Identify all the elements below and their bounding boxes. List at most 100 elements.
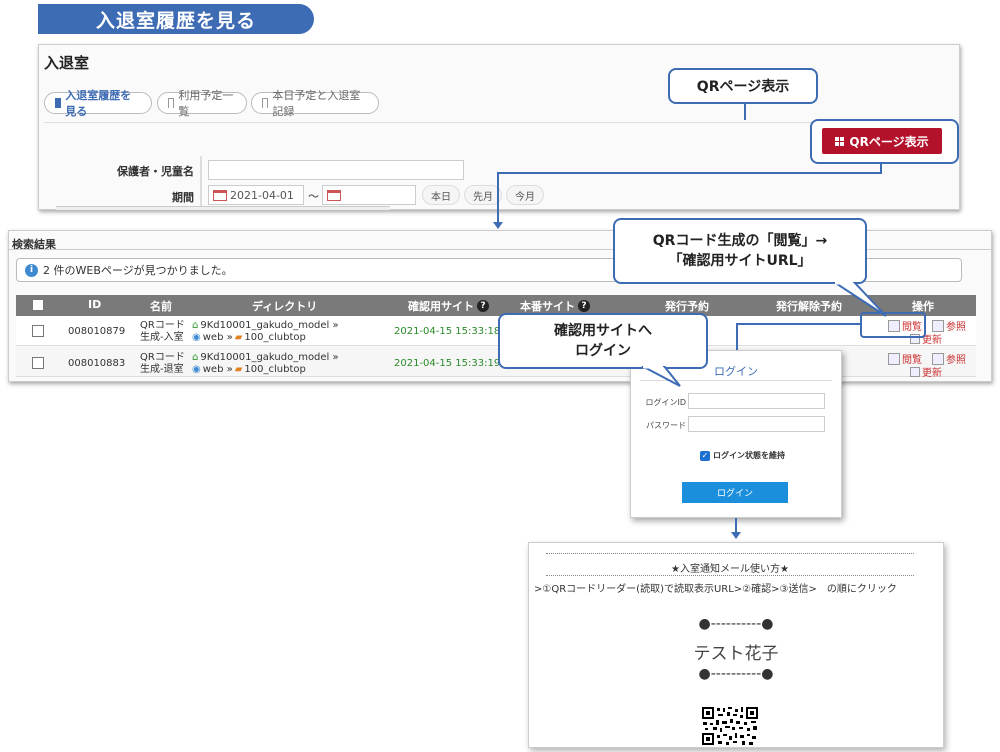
- guardian-name-label: 保護者・児童名: [117, 165, 194, 178]
- col-directory: ディレクトリ: [252, 300, 318, 313]
- arrow-down-icon: [493, 222, 503, 229]
- tab-today-schedule-label: 本日予定と入退室記録: [272, 89, 361, 118]
- qr-code-icon: [701, 706, 759, 746]
- folder-icon: ▰: [234, 332, 243, 343]
- update-label: 更新: [922, 368, 942, 379]
- row-checkbox[interactable]: [32, 325, 44, 337]
- period-label: 期間: [172, 191, 194, 204]
- view-icon: [888, 352, 900, 365]
- panel-title: 入退室: [44, 54, 90, 72]
- connector: [736, 323, 860, 325]
- col-publish-reserve: 発行予約: [665, 300, 709, 313]
- date-from-input[interactable]: 2021-04-01: [208, 185, 304, 205]
- row-directory-text: 100_clubtop: [244, 364, 306, 375]
- reference-icon: [932, 319, 944, 332]
- update-button[interactable]: 更新: [910, 364, 942, 379]
- date-to-input[interactable]: [322, 185, 416, 205]
- login-callout: 確認用サイトへ ログイン: [498, 313, 708, 369]
- calendar-icon: [213, 189, 227, 201]
- connector: [497, 172, 499, 224]
- bookmark-icon: [168, 98, 175, 108]
- qr-page-button[interactable]: QRページ表示: [822, 128, 942, 154]
- preview-heading: ★入室通知メール使い方★: [671, 564, 789, 575]
- globe-icon: ◉: [192, 332, 201, 343]
- bookmark-icon: [262, 98, 269, 108]
- login-id-input[interactable]: [688, 393, 825, 409]
- bookmark-icon: [55, 98, 62, 108]
- results-count-message: 2 件のWEBページが見つかりました。: [43, 264, 233, 277]
- calendar-icon: [327, 189, 341, 201]
- row-confirm-site: 2021-04-15 15:33:18: [394, 326, 501, 337]
- preview-instruction: >①QRコードリーダー(読取)で読取表示URL>②確認>③送信> の順にクリック: [534, 584, 897, 595]
- row-name-1: QRコード: [140, 352, 185, 363]
- tab-history-label: 入退室履歴を見る: [65, 89, 132, 118]
- callout-pointer: [744, 104, 746, 120]
- password-label: パスワード: [646, 421, 686, 430]
- callout-tail: [641, 366, 681, 387]
- date-from-value: 2021-04-01: [230, 188, 294, 202]
- row-directory-1[interactable]: ⌂ 9Kd10001_gakudo_model »: [192, 320, 339, 332]
- row-directory-text: web »: [202, 364, 233, 375]
- col-live-site-label: 本番サイト: [520, 300, 575, 313]
- tab-schedule-list[interactable]: 利用予定一覧: [157, 89, 247, 118]
- row-checkbox[interactable]: [32, 357, 44, 369]
- arrow-down-icon: [731, 532, 741, 539]
- checkmark-icon: ✓: [700, 450, 710, 461]
- login-id-label: ログインID: [645, 398, 686, 407]
- row-directory-2[interactable]: ◉ web » ▰ 100_clubtop: [192, 332, 306, 344]
- form-divider: [200, 156, 202, 206]
- keep-login-label: ログイン状態を維持: [713, 451, 785, 460]
- col-id: ID: [88, 298, 102, 311]
- tab-history[interactable]: 入退室履歴を見る: [44, 89, 152, 118]
- qr-icon: [835, 136, 845, 146]
- dotted-divider: [546, 553, 914, 554]
- reference-label: 参照: [946, 355, 966, 366]
- globe-icon: ◉: [192, 364, 201, 375]
- tab-schedule-list-label: 利用予定一覧: [178, 89, 234, 118]
- callout-line: 確認用サイトへ: [554, 323, 652, 339]
- callout-line: ログイン: [575, 343, 631, 359]
- login-button[interactable]: ログイン: [682, 482, 788, 503]
- row-confirm-site: 2021-04-15 15:33:19: [394, 358, 501, 369]
- row-name-2: 生成-退室: [140, 364, 184, 375]
- row-directory-text: 9Kd10001_gakudo_model »: [200, 320, 339, 331]
- tab-today-schedule[interactable]: 本日予定と入退室記録: [251, 89, 379, 118]
- connector: [736, 323, 738, 351]
- row-directory-2[interactable]: ◉ web » ▰ 100_clubtop: [192, 364, 306, 376]
- preview-dashes: ●----------●: [698, 666, 774, 682]
- edit-icon: [910, 366, 920, 377]
- connector: [497, 172, 882, 174]
- range-separator: ～: [308, 190, 319, 203]
- home-icon: ⌂: [192, 352, 199, 363]
- guardian-name-input[interactable]: [208, 160, 464, 180]
- next-row-peek: [56, 206, 390, 210]
- reference-icon: [932, 352, 944, 365]
- dotted-divider: [546, 575, 914, 576]
- info-icon: i: [25, 263, 38, 277]
- callout-line: 「確認用サイトURL」: [668, 253, 812, 269]
- select-all-checkbox[interactable]: [32, 299, 44, 311]
- help-icon[interactable]: ?: [477, 300, 489, 312]
- password-input[interactable]: [688, 416, 825, 432]
- col-live-site: 本番サイト?: [520, 298, 590, 314]
- keep-login-checkbox[interactable]: ✓ ログイン状態を維持: [700, 450, 785, 461]
- view-url-callout: QRコード生成の「閲覧」→ 「確認用サイトURL」: [613, 218, 867, 284]
- row-id: 008010879: [68, 326, 126, 337]
- page-heading: 入退室履歴を見る: [38, 4, 314, 34]
- row-directory-text: 100_clubtop: [244, 332, 306, 343]
- col-confirm-site-label: 確認用サイト: [408, 300, 474, 313]
- qr-page-button-label: QRページ表示: [849, 134, 929, 149]
- col-confirm-site: 確認用サイト?: [408, 298, 489, 314]
- home-icon: ⌂: [192, 320, 199, 331]
- col-name: 名前: [150, 300, 172, 313]
- folder-icon: ▰: [234, 364, 243, 375]
- row-directory-text: 9Kd10001_gakudo_model »: [200, 352, 339, 363]
- today-button[interactable]: 本日: [422, 185, 460, 205]
- row-directory-1[interactable]: ⌂ 9Kd10001_gakudo_model »: [192, 352, 339, 364]
- help-icon[interactable]: ?: [578, 300, 590, 312]
- preview-dashes: ●----------●: [698, 616, 774, 632]
- row-directory-text: web »: [202, 332, 233, 343]
- qr-page-callout: QRページ表示: [668, 68, 818, 104]
- this-month-button[interactable]: 今月: [506, 185, 544, 205]
- callout-line: QRコード生成の「閲覧」→: [652, 233, 828, 249]
